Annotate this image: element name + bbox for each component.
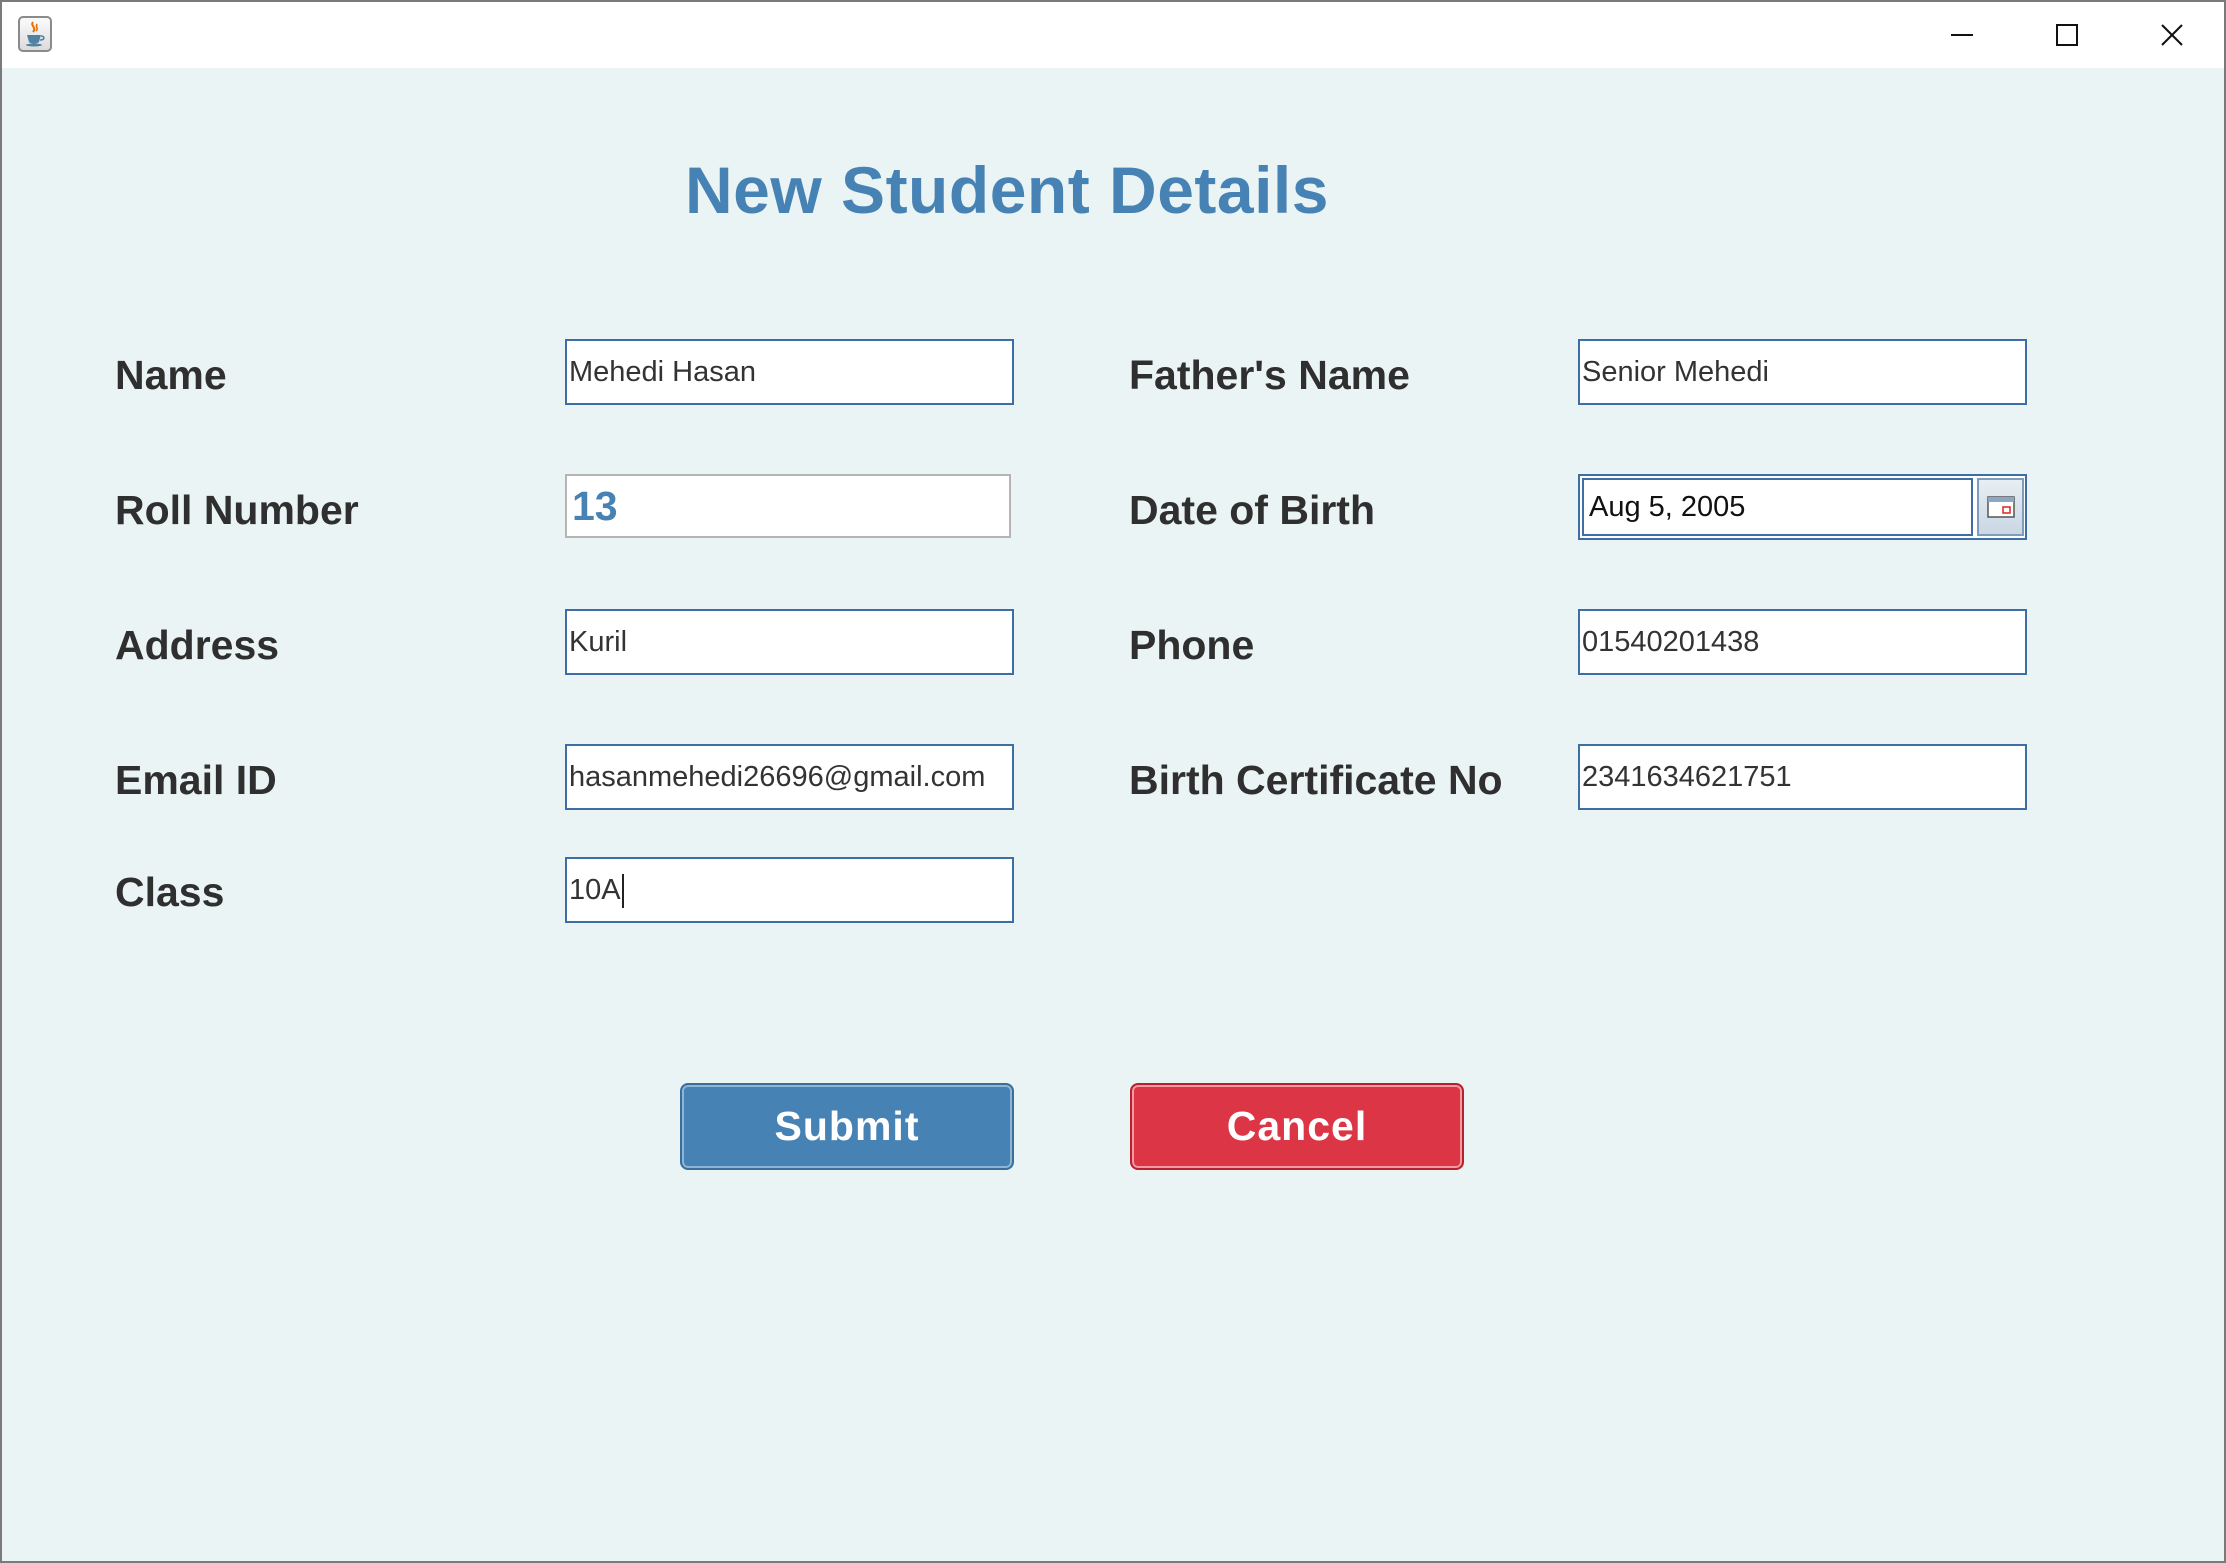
date-of-birth-field[interactable]: Aug 5, 2005 xyxy=(1582,478,1973,536)
name-field[interactable]: Mehedi Hasan xyxy=(565,339,1014,405)
class-value: 10A xyxy=(569,874,621,906)
page-title: New Student Details xyxy=(685,153,1329,227)
phone-label: Phone xyxy=(1129,622,1255,668)
minimize-button[interactable] xyxy=(1910,2,2014,68)
email-label: Email ID xyxy=(115,757,277,803)
maximize-icon xyxy=(2056,24,2078,46)
cancel-button[interactable]: Cancel xyxy=(1130,1083,1464,1170)
calendar-icon xyxy=(1987,496,2015,518)
roll-number-field[interactable]: 13 xyxy=(565,474,1011,538)
text-caret xyxy=(621,874,624,909)
calendar-button[interactable] xyxy=(1977,478,2024,536)
birth-certificate-label: Birth Certificate No xyxy=(1129,757,1503,803)
fathers-name-label: Father's Name xyxy=(1129,352,1410,398)
date-of-birth-label: Date of Birth xyxy=(1129,487,1375,533)
class-field[interactable]: 10A xyxy=(565,857,1014,923)
close-button[interactable] xyxy=(2120,2,2224,68)
class-label: Class xyxy=(115,869,225,915)
address-label: Address xyxy=(115,622,280,668)
email-field[interactable]: hasanmehedi26696@gmail.com xyxy=(565,744,1014,810)
java-coffee-icon[interactable] xyxy=(18,16,52,52)
app-window: New Student Details Name Mehedi Hasan Fa… xyxy=(0,0,2226,1563)
birth-certificate-field[interactable]: 2341634621751 xyxy=(1578,744,2027,810)
roll-number-label: Roll Number xyxy=(115,487,359,533)
phone-field[interactable]: 01540201438 xyxy=(1578,609,2027,675)
fathers-name-field[interactable]: Senior Mehedi xyxy=(1578,339,2027,405)
date-of-birth-picker: Aug 5, 2005 xyxy=(1578,474,2027,540)
maximize-button[interactable] xyxy=(2015,2,2119,68)
close-icon xyxy=(2161,24,2183,46)
submit-button[interactable]: Submit xyxy=(680,1083,1014,1170)
name-label: Name xyxy=(115,352,227,398)
title-bar xyxy=(2,2,2224,68)
minimize-icon xyxy=(1951,34,1973,36)
address-field[interactable]: Kuril xyxy=(565,609,1014,675)
